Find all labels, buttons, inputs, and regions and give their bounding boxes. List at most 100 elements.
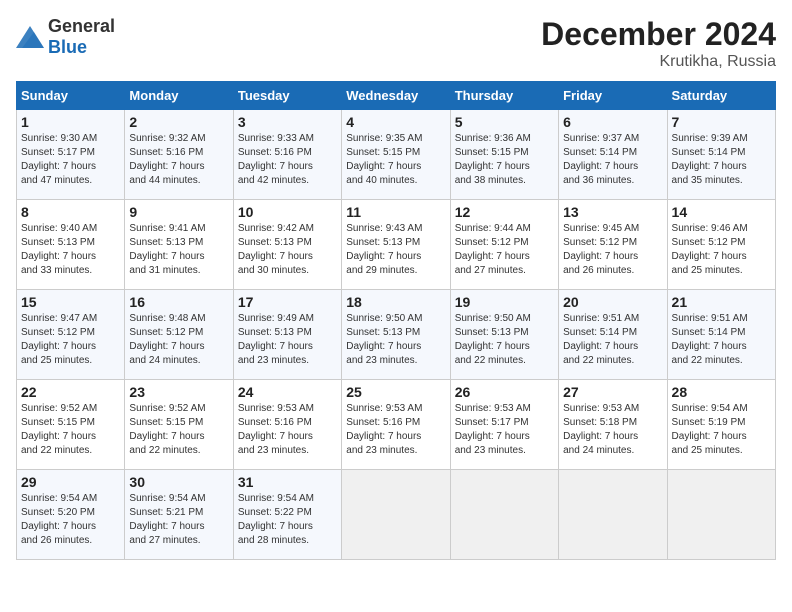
day-number: 2	[129, 114, 228, 130]
calendar-cell: 9 Sunrise: 9:41 AM Sunset: 5:13 PM Daylig…	[125, 200, 233, 290]
calendar-cell: 30 Sunrise: 9:54 AM Sunset: 5:21 PM Dayli…	[125, 470, 233, 560]
day-number: 18	[346, 294, 445, 310]
calendar-cell: 20 Sunrise: 9:51 AM Sunset: 5:14 PM Dayli…	[559, 290, 667, 380]
day-number: 26	[455, 384, 554, 400]
day-number: 6	[563, 114, 662, 130]
day-info: Sunrise: 9:50 AM Sunset: 5:13 PM Dayligh…	[455, 312, 554, 368]
calendar-cell: 27 Sunrise: 9:53 AM Sunset: 5:18 PM Dayli…	[559, 380, 667, 470]
day-number: 9	[129, 204, 228, 220]
day-info: Sunrise: 9:54 AM Sunset: 5:19 PM Dayligh…	[672, 402, 771, 458]
day-number: 30	[129, 474, 228, 490]
day-info: Sunrise: 9:40 AM Sunset: 5:13 PM Dayligh…	[21, 222, 120, 278]
logo-icon	[16, 26, 44, 48]
calendar-cell: 25 Sunrise: 9:53 AM Sunset: 5:16 PM Dayli…	[342, 380, 450, 470]
day-of-week-header: Tuesday	[233, 82, 341, 110]
calendar-week-row: 1 Sunrise: 9:30 AM Sunset: 5:17 PM Daylig…	[17, 110, 776, 200]
calendar-cell: 17 Sunrise: 9:49 AM Sunset: 5:13 PM Dayli…	[233, 290, 341, 380]
day-info: Sunrise: 9:46 AM Sunset: 5:12 PM Dayligh…	[672, 222, 771, 278]
calendar-cell	[559, 470, 667, 560]
logo: General Blue	[16, 16, 115, 58]
day-info: Sunrise: 9:36 AM Sunset: 5:15 PM Dayligh…	[455, 132, 554, 188]
day-number: 15	[21, 294, 120, 310]
calendar-cell: 8 Sunrise: 9:40 AM Sunset: 5:13 PM Daylig…	[17, 200, 125, 290]
day-info: Sunrise: 9:54 AM Sunset: 5:22 PM Dayligh…	[238, 492, 337, 548]
calendar-cell	[450, 470, 558, 560]
day-number: 27	[563, 384, 662, 400]
day-info: Sunrise: 9:33 AM Sunset: 5:16 PM Dayligh…	[238, 132, 337, 188]
calendar-cell: 13Sunrise: 9:45 AM Sunset: 5:12 PM Dayli…	[559, 200, 667, 290]
calendar-cell: 5 Sunrise: 9:36 AM Sunset: 5:15 PM Daylig…	[450, 110, 558, 200]
day-number: 23	[129, 384, 228, 400]
day-number: 14	[672, 204, 771, 220]
calendar-week-row: 29 Sunrise: 9:54 AM Sunset: 5:20 PM Dayli…	[17, 470, 776, 560]
calendar-cell	[667, 470, 775, 560]
day-number: 4	[346, 114, 445, 130]
day-number: 31	[238, 474, 337, 490]
day-number: 16	[129, 294, 228, 310]
logo-text: General Blue	[48, 16, 115, 58]
calendar-cell: 16 Sunrise: 9:48 AM Sunset: 5:12 PM Dayli…	[125, 290, 233, 380]
day-number: 22	[21, 384, 120, 400]
day-number: 29	[21, 474, 120, 490]
day-info: Sunrise: 9:49 AM Sunset: 5:13 PM Dayligh…	[238, 312, 337, 368]
day-info: Sunrise: 9:37 AM Sunset: 5:14 PM Dayligh…	[563, 132, 662, 188]
day-of-week-header: Monday	[125, 82, 233, 110]
day-number: 28	[672, 384, 771, 400]
day-number: 19	[455, 294, 554, 310]
day-number: 25	[346, 384, 445, 400]
day-info: Sunrise: 9:48 AM Sunset: 5:12 PM Dayligh…	[129, 312, 228, 368]
day-info: Sunrise: 9:52 AM Sunset: 5:15 PM Dayligh…	[21, 402, 120, 458]
day-info: Sunrise: 9:47 AM Sunset: 5:12 PM Dayligh…	[21, 312, 120, 368]
location-title: Krutikha, Russia	[541, 53, 776, 71]
day-of-week-header: Wednesday	[342, 82, 450, 110]
day-info: Sunrise: 9:51 AM Sunset: 5:14 PM Dayligh…	[563, 312, 662, 368]
day-number: 12	[455, 204, 554, 220]
day-of-week-header: Sunday	[17, 82, 125, 110]
page-header: General Blue December 2024 Krutikha, Rus…	[16, 16, 776, 71]
calendar-cell: 3 Sunrise: 9:33 AM Sunset: 5:16 PM Daylig…	[233, 110, 341, 200]
calendar-cell: 12 Sunrise: 9:44 AM Sunset: 5:12 PM Dayli…	[450, 200, 558, 290]
day-number: 21	[672, 294, 771, 310]
day-info: Sunrise: 9:53 AM Sunset: 5:16 PM Dayligh…	[238, 402, 337, 458]
calendar-cell: 21Sunrise: 9:51 AM Sunset: 5:14 PM Dayli…	[667, 290, 775, 380]
day-number: 8	[21, 204, 120, 220]
day-info: Sunrise: 9:53 AM Sunset: 5:17 PM Dayligh…	[455, 402, 554, 458]
calendar-cell: 23Sunrise: 9:52 AM Sunset: 5:15 PM Dayli…	[125, 380, 233, 470]
day-number: 20	[563, 294, 662, 310]
day-number: 7	[672, 114, 771, 130]
day-number: 24	[238, 384, 337, 400]
calendar-cell: 18Sunrise: 9:50 AM Sunset: 5:13 PM Dayli…	[342, 290, 450, 380]
calendar-cell: 14 Sunrise: 9:46 AM Sunset: 5:12 PM Dayli…	[667, 200, 775, 290]
calendar-cell: 28 Sunrise: 9:54 AM Sunset: 5:19 PM Dayli…	[667, 380, 775, 470]
calendar-cell: 7 Sunrise: 9:39 AM Sunset: 5:14 PM Daylig…	[667, 110, 775, 200]
day-number: 17	[238, 294, 337, 310]
calendar-cell: 26 Sunrise: 9:53 AM Sunset: 5:17 PM Dayli…	[450, 380, 558, 470]
day-number: 3	[238, 114, 337, 130]
day-number: 5	[455, 114, 554, 130]
day-of-week-header: Thursday	[450, 82, 558, 110]
calendar-week-row: 22 Sunrise: 9:52 AM Sunset: 5:15 PM Dayli…	[17, 380, 776, 470]
day-info: Sunrise: 9:54 AM Sunset: 5:20 PM Dayligh…	[21, 492, 120, 548]
calendar-cell	[342, 470, 450, 560]
logo-blue: Blue	[48, 37, 87, 57]
title-area: December 2024 Krutikha, Russia	[541, 16, 776, 71]
calendar-cell: 2Sunrise: 9:32 AM Sunset: 5:16 PM Daylig…	[125, 110, 233, 200]
calendar-cell: 6 Sunrise: 9:37 AM Sunset: 5:14 PM Daylig…	[559, 110, 667, 200]
day-info: Sunrise: 9:39 AM Sunset: 5:14 PM Dayligh…	[672, 132, 771, 188]
calendar-cell: 24 Sunrise: 9:53 AM Sunset: 5:16 PM Dayli…	[233, 380, 341, 470]
calendar-week-row: 8 Sunrise: 9:40 AM Sunset: 5:13 PM Daylig…	[17, 200, 776, 290]
day-info: Sunrise: 9:53 AM Sunset: 5:16 PM Dayligh…	[346, 402, 445, 458]
day-info: Sunrise: 9:41 AM Sunset: 5:13 PM Dayligh…	[129, 222, 228, 278]
logo-general: General	[48, 16, 115, 36]
day-number: 1	[21, 114, 120, 130]
calendar-table: SundayMondayTuesdayWednesdayThursdayFrid…	[16, 81, 776, 560]
day-info: Sunrise: 9:44 AM Sunset: 5:12 PM Dayligh…	[455, 222, 554, 278]
day-info: Sunrise: 9:43 AM Sunset: 5:13 PM Dayligh…	[346, 222, 445, 278]
day-info: Sunrise: 9:45 AM Sunset: 5:12 PM Dayligh…	[563, 222, 662, 278]
calendar-week-row: 15 Sunrise: 9:47 AM Sunset: 5:12 PM Dayli…	[17, 290, 776, 380]
day-info: Sunrise: 9:54 AM Sunset: 5:21 PM Dayligh…	[129, 492, 228, 548]
calendar-cell: 19 Sunrise: 9:50 AM Sunset: 5:13 PM Dayli…	[450, 290, 558, 380]
day-info: Sunrise: 9:53 AM Sunset: 5:18 PM Dayligh…	[563, 402, 662, 458]
day-info: Sunrise: 9:30 AM Sunset: 5:17 PM Dayligh…	[21, 132, 120, 188]
calendar-cell: 22 Sunrise: 9:52 AM Sunset: 5:15 PM Dayli…	[17, 380, 125, 470]
